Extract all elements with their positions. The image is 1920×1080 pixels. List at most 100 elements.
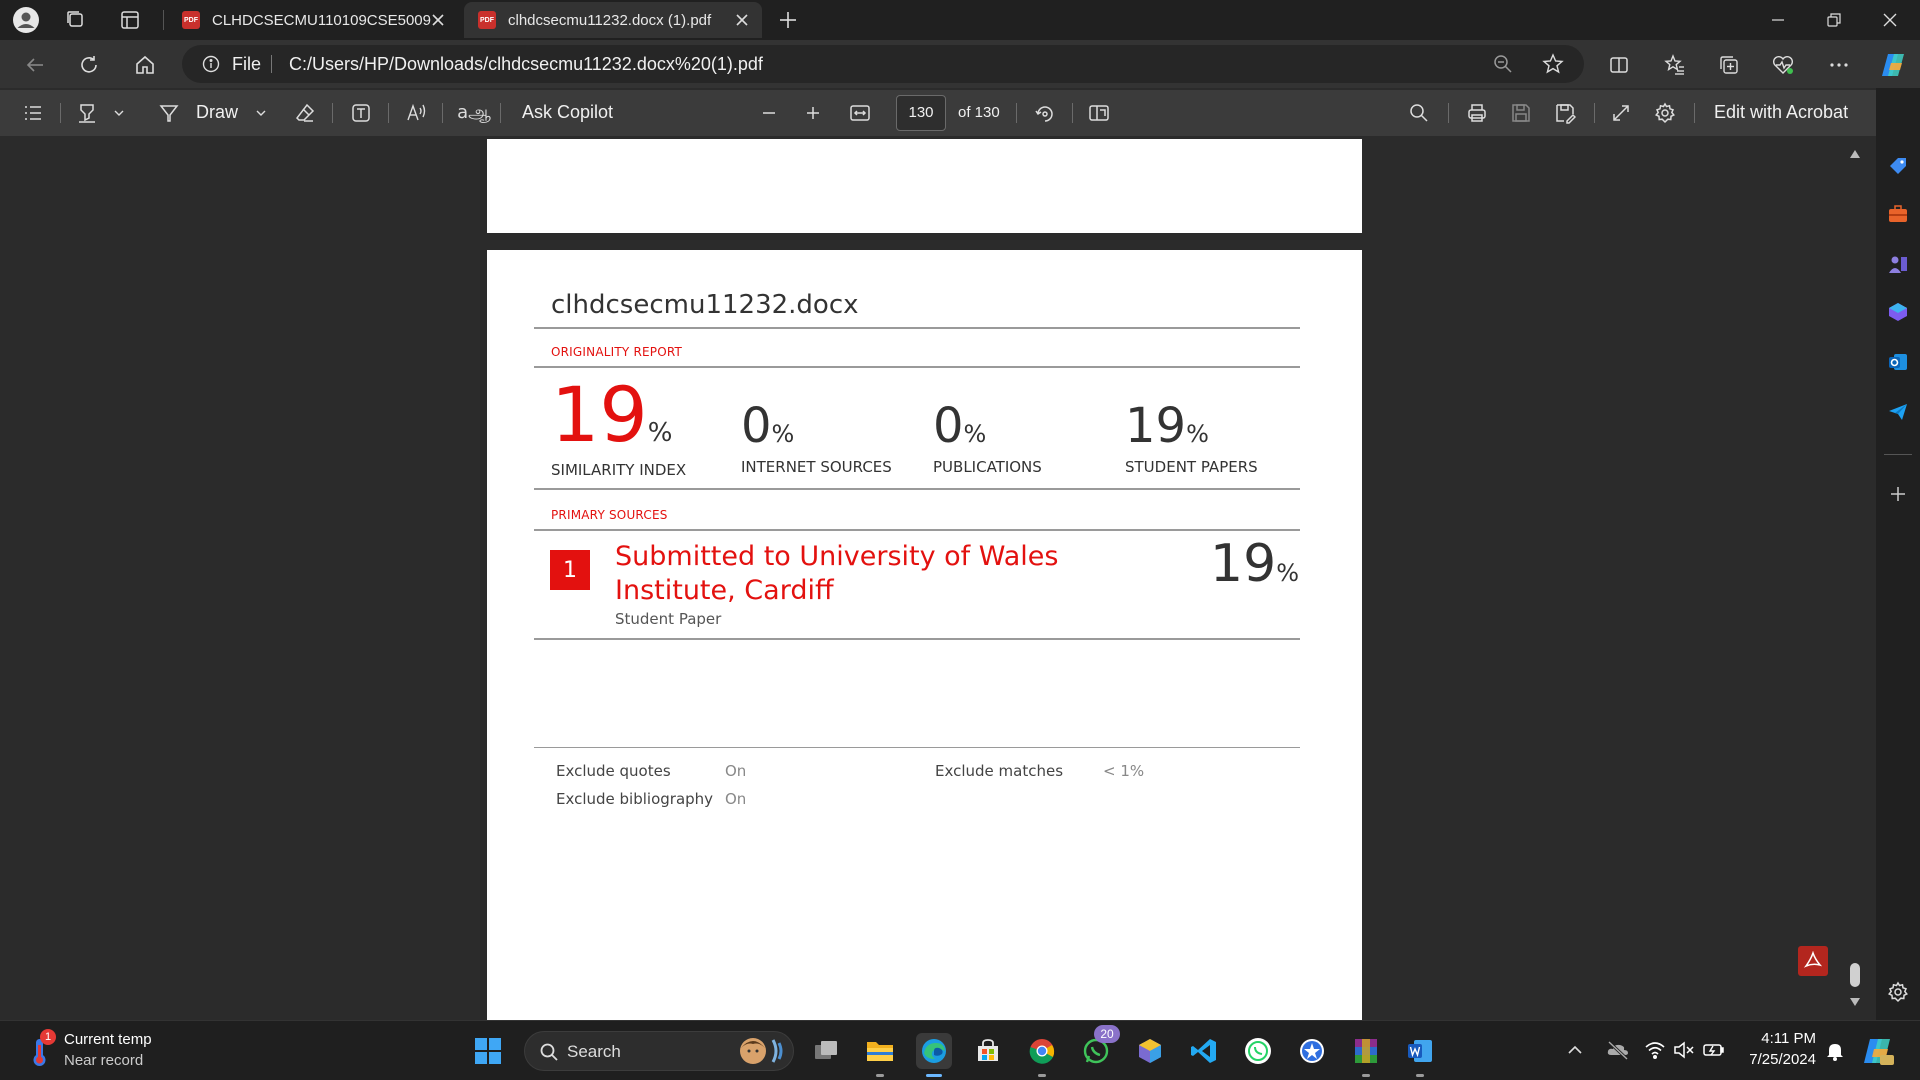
page-number-input[interactable]: 130 xyxy=(896,95,946,131)
home-icon[interactable] xyxy=(130,50,160,80)
more-menu-icon[interactable] xyxy=(1824,50,1854,80)
chevron-down-icon[interactable] xyxy=(248,100,274,126)
tools-briefcase-icon[interactable] xyxy=(1884,200,1912,228)
close-tab-icon[interactable] xyxy=(732,10,752,30)
taskbar-search[interactable]: Search xyxy=(524,1031,794,1071)
file-explorer-icon[interactable] xyxy=(862,1033,898,1077)
split-screen-icon[interactable] xyxy=(1604,50,1634,80)
stat-value: 0 xyxy=(933,398,964,454)
address-bar[interactable]: File C:/Users/HP/Downloads/clhdcsecmu112… xyxy=(182,45,1584,83)
copilot-taskbar-icon[interactable] xyxy=(1860,1033,1896,1069)
new-tab-icon[interactable] xyxy=(774,6,802,34)
minimize-icon[interactable] xyxy=(1764,6,1792,34)
clock-time[interactable]: 4:11 PM xyxy=(1740,1030,1816,1047)
weather-title[interactable]: Current temp xyxy=(64,1031,152,1048)
close-tab-icon[interactable] xyxy=(428,10,448,30)
read-aloud-icon[interactable] xyxy=(404,100,430,126)
save-icon[interactable] xyxy=(1508,100,1534,126)
clock-date[interactable]: 7/25/2024 xyxy=(1740,1051,1816,1068)
task-view-icon[interactable] xyxy=(808,1033,844,1069)
copilot-icon[interactable] xyxy=(1878,50,1908,80)
info-icon[interactable] xyxy=(202,55,220,73)
winrar-icon[interactable] xyxy=(1348,1033,1384,1077)
scroll-thumb[interactable] xyxy=(1850,963,1860,987)
copilot-sidebar-icon[interactable] xyxy=(1884,298,1912,326)
shopping-tag-icon[interactable] xyxy=(1884,152,1912,180)
browser-essentials-icon[interactable] xyxy=(1768,50,1798,80)
page-view-icon[interactable] xyxy=(1086,100,1112,126)
volume-muted-icon[interactable] xyxy=(1672,1039,1696,1061)
zoom-out-icon[interactable] xyxy=(1492,53,1514,75)
scroll-up-arrow-icon[interactable] xyxy=(1849,149,1861,159)
tab-actions-icon[interactable] xyxy=(116,6,144,34)
draw-pen-icon[interactable] xyxy=(156,100,182,126)
contents-list-icon[interactable] xyxy=(20,100,46,126)
fit-to-width-icon[interactable] xyxy=(847,100,873,126)
wifi-icon[interactable] xyxy=(1644,1039,1666,1061)
battery-charging-icon[interactable] xyxy=(1702,1039,1726,1061)
restore-icon[interactable] xyxy=(1820,6,1848,34)
show-hidden-icons-chevron-icon[interactable] xyxy=(1566,1041,1584,1059)
collections-icon[interactable] xyxy=(1714,50,1744,80)
edge-browser-icon[interactable] xyxy=(916,1033,952,1077)
browser-tab-bar: PDF CLHDCSECMU110109CSE5009.pdf PDF clhd… xyxy=(0,0,1920,40)
tab-clhdcsecmu110109[interactable]: PDF CLHDCSECMU110109CSE5009.pdf xyxy=(168,2,458,38)
notification-bell-icon[interactable] xyxy=(1826,1041,1844,1061)
vertical-scrollbar[interactable] xyxy=(1846,145,1864,1015)
print-icon[interactable] xyxy=(1464,100,1490,126)
page-total-label: of 130 xyxy=(958,104,1000,121)
toolbar-separator xyxy=(332,103,333,123)
draw-label[interactable]: Draw xyxy=(196,102,238,123)
app-star-badge-icon[interactable] xyxy=(1294,1033,1330,1069)
edit-with-acrobat-button[interactable]: Edit with Acrobat xyxy=(1714,102,1848,123)
games-chess-icon[interactable] xyxy=(1884,250,1912,278)
whatsapp-web-icon[interactable] xyxy=(1240,1033,1276,1069)
rotate-icon[interactable] xyxy=(1032,100,1058,126)
find-search-icon[interactable] xyxy=(1406,100,1432,126)
url-text[interactable]: C:/Users/HP/Downloads/clhdcsecmu11232.do… xyxy=(289,54,763,75)
chevron-down-icon[interactable] xyxy=(106,100,132,126)
stat-unit: % xyxy=(1186,420,1209,448)
workspaces-icon[interactable] xyxy=(62,6,90,34)
zoom-out-minus-icon[interactable] xyxy=(756,100,782,126)
stat-value: 0 xyxy=(741,398,772,454)
stat-student-papers: 19% STUDENT PAPERS xyxy=(1125,402,1258,476)
weather-alert-badge: 1 xyxy=(40,1029,56,1045)
zoom-in-plus-icon[interactable] xyxy=(800,100,826,126)
save-as-icon[interactable] xyxy=(1552,100,1578,126)
tab-clhdcsecmu11232[interactable]: PDF clhdcsecmu11232.docx (1).pdf xyxy=(464,2,762,38)
refresh-icon[interactable] xyxy=(74,50,104,80)
fullscreen-icon[interactable] xyxy=(1608,100,1634,126)
profile-avatar-icon[interactable] xyxy=(12,6,40,34)
microsoft-store-icon[interactable] xyxy=(970,1033,1006,1069)
back-arrow-icon[interactable] xyxy=(20,50,50,80)
text-box-icon[interactable] xyxy=(348,100,374,126)
sidebar-settings-icon[interactable] xyxy=(1884,978,1912,1006)
running-indicator xyxy=(1362,1074,1370,1077)
toolbar-separator xyxy=(1016,103,1017,123)
eraser-icon[interactable] xyxy=(292,100,318,126)
primary-sources-label: PRIMARY SOURCES xyxy=(551,508,668,522)
weather-thermometer-icon[interactable]: 1 xyxy=(26,1029,58,1071)
whatsapp-icon[interactable]: 20 xyxy=(1078,1025,1120,1069)
windows-start-icon[interactable] xyxy=(470,1033,506,1069)
settings-gear-icon[interactable] xyxy=(1652,100,1678,126)
chrome-icon[interactable] xyxy=(1024,1033,1060,1077)
app-cube-icon[interactable] xyxy=(1132,1033,1168,1069)
scroll-down-arrow-icon[interactable] xyxy=(1849,997,1861,1007)
outlook-icon[interactable] xyxy=(1884,348,1912,376)
adobe-acrobat-icon[interactable] xyxy=(1798,946,1828,976)
add-plus-icon[interactable] xyxy=(1884,480,1912,508)
pdf-viewer[interactable]: clhdcsecmu11232.docx ORIGINALITY REPORT … xyxy=(0,136,1880,1020)
favorite-star-icon[interactable] xyxy=(1542,53,1564,75)
highlight-icon[interactable] xyxy=(74,100,100,126)
toolbar-separator xyxy=(442,103,443,123)
ask-copilot-button[interactable]: Ask Copilot xyxy=(522,102,613,123)
favorites-list-icon[interactable] xyxy=(1660,50,1690,80)
word-icon[interactable] xyxy=(1402,1033,1438,1077)
onedrive-offline-icon[interactable] xyxy=(1606,1039,1630,1061)
send-telegram-icon[interactable] xyxy=(1884,398,1912,426)
vscode-icon[interactable] xyxy=(1186,1033,1222,1069)
translate-icon[interactable]: aஆ xyxy=(457,100,491,126)
close-window-icon[interactable] xyxy=(1876,6,1904,34)
